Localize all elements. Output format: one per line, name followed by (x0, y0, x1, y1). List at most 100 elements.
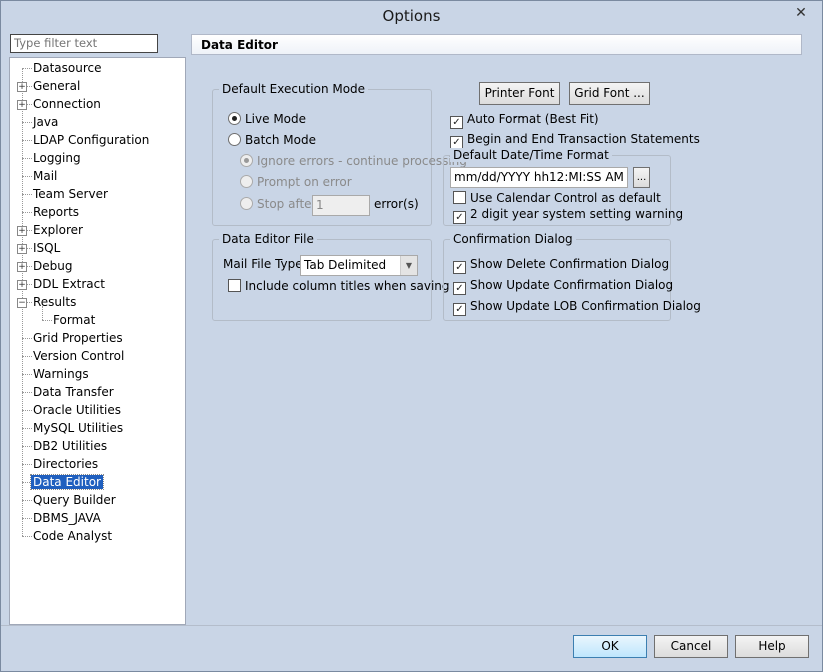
mail-file-type-value: Tab Delimited (304, 258, 387, 272)
tree-item-label: DDL Extract (33, 277, 105, 291)
prompt-on-error-radio[interactable]: Prompt on error (240, 174, 352, 190)
window-title: Options (382, 7, 441, 25)
date-format-title: Default Date/Time Format (450, 148, 612, 162)
tree-connector (42, 306, 43, 320)
show-delete-checkbox[interactable]: ✓ Show Delete Confirmation Dialog (453, 256, 669, 274)
radio-on-icon (228, 112, 241, 125)
radio-off-icon (240, 175, 253, 188)
tree-item[interactable]: Reports (31, 204, 81, 221)
expand-icon[interactable]: + (17, 262, 27, 272)
stop-after-radio[interactable]: Stop after (240, 196, 316, 212)
tree-item-label: ISQL (33, 241, 61, 255)
tree-item-label: Grid Properties (33, 331, 123, 345)
use-calendar-checkbox[interactable]: Use Calendar Control as default (453, 190, 661, 206)
tree-item[interactable]: DB2 Utilities (31, 438, 109, 455)
tree-item-label: Code Analyst (33, 529, 113, 543)
show-update-lob-label: Show Update LOB Confirmation Dialog (470, 299, 701, 313)
cancel-button[interactable]: Cancel (654, 635, 728, 658)
begin-end-checkbox[interactable]: ✓ Begin and End Transaction Statements (450, 131, 700, 149)
live-mode-label: Live Mode (245, 112, 307, 126)
tree-item[interactable]: Code Analyst (31, 528, 114, 545)
close-icon[interactable]: ✕ (786, 3, 816, 23)
tree-item[interactable]: Data Editor (30, 474, 104, 491)
begin-end-label: Begin and End Transaction Statements (467, 132, 700, 146)
help-button[interactable]: Help (735, 635, 809, 658)
tree-item-label: Query Builder (33, 493, 116, 507)
tree-item-label: Explorer (33, 223, 83, 237)
prompt-on-error-label: Prompt on error (257, 175, 352, 189)
tree-item[interactable]: ISQL (31, 240, 62, 257)
tree-item[interactable]: Mail (31, 168, 59, 185)
check-icon: ✓ (453, 282, 466, 295)
expand-icon[interactable]: + (17, 82, 27, 92)
stop-after-input[interactable]: 1 (312, 195, 370, 216)
stop-after-label: Stop after (257, 197, 317, 211)
include-titles-checkbox[interactable]: Include column titles when saving (228, 278, 450, 294)
date-format-input[interactable]: mm/dd/YYYY hh12:MI:SS AM (450, 167, 628, 188)
check-icon: ✓ (453, 303, 466, 316)
tree-item[interactable]: Debug (31, 258, 74, 275)
tree-item[interactable]: Logging (31, 150, 83, 167)
tree-item[interactable]: Connection (31, 96, 103, 113)
tree-item[interactable]: Datasource (31, 60, 104, 77)
ignore-errors-radio[interactable]: Ignore errors - continue processing (240, 153, 467, 169)
tree-item[interactable]: Team Server (31, 186, 110, 203)
tree-item[interactable]: Format (51, 312, 97, 329)
tree-item[interactable]: LDAP Configuration (31, 132, 151, 149)
checkbox-empty-icon (228, 279, 241, 292)
tree-item-label: Logging (33, 151, 81, 165)
confirmation-group: Confirmation Dialog ✓ Show Delete Confirm… (443, 232, 701, 321)
tree-item[interactable]: Version Control (31, 348, 126, 365)
ignore-errors-label: Ignore errors - continue processing (257, 154, 467, 168)
errors-suffix: error(s) (374, 197, 419, 211)
tree-item-label: Format (53, 313, 96, 327)
show-delete-label: Show Delete Confirmation Dialog (470, 257, 670, 271)
live-mode-radio[interactable]: Live Mode (228, 111, 306, 127)
tree-item[interactable]: Oracle Utilities (31, 402, 123, 419)
tree-item[interactable]: DDL Extract (31, 276, 107, 293)
tree-item[interactable]: DBMS_JAVA (31, 510, 103, 527)
expand-icon[interactable]: + (17, 100, 27, 110)
execution-mode-title: Default Execution Mode (219, 82, 369, 96)
mail-file-type-select[interactable]: Tab Delimited ▼ (300, 255, 418, 276)
tree-item[interactable]: Data Transfer (31, 384, 116, 401)
tree-item-label: Data Editor (30, 474, 104, 490)
date-format-group: Default Date/Time Format mm/dd/YYYY hh12… (443, 148, 683, 226)
tree-item-label: Results (33, 295, 77, 309)
chevron-down-icon[interactable]: ▼ (400, 256, 417, 275)
two-digit-year-label: 2 digit year system setting warning (470, 207, 684, 221)
batch-mode-radio[interactable]: Batch Mode (228, 132, 316, 148)
expand-icon[interactable]: + (17, 226, 27, 236)
collapse-icon[interactable]: − (17, 298, 27, 308)
two-digit-year-checkbox[interactable]: ✓ 2 digit year system setting warning (453, 206, 683, 224)
ok-button[interactable]: OK (573, 635, 647, 658)
radio-off-icon (240, 197, 253, 210)
tree-item-label: Java (33, 115, 59, 129)
show-update-lob-checkbox[interactable]: ✓ Show Update LOB Confirmation Dialog (453, 298, 701, 316)
tree-item-label: Oracle Utilities (33, 403, 122, 417)
printer-font-button[interactable]: Printer Font ... (479, 82, 560, 121)
execution-mode-group: Default Execution Mode Live Mode Batch M… (212, 82, 467, 226)
tree-item[interactable]: Grid Properties (31, 330, 125, 347)
options-tree[interactable]: Datasource + General + Connection Java LDAP Co… (9, 57, 186, 625)
auto-format-checkbox[interactable]: ✓ Auto Format (Best Fit) (450, 111, 599, 129)
footer-divider (1, 625, 822, 626)
page-title: Data Editor (191, 34, 802, 55)
filter-input[interactable] (10, 34, 158, 53)
expand-icon[interactable]: + (17, 244, 27, 254)
tree-item[interactable]: MySQL Utilities (31, 420, 125, 437)
radio-off-icon (228, 133, 241, 146)
tree-item[interactable]: Directories (31, 456, 100, 473)
tree-item[interactable]: Results (31, 294, 78, 311)
tree-item[interactable]: General (31, 78, 82, 95)
date-format-browse-button[interactable]: ... (633, 167, 650, 188)
expand-icon[interactable]: + (17, 280, 27, 290)
tree-item[interactable]: Warnings (31, 366, 91, 383)
check-icon: ✓ (453, 261, 466, 274)
data-editor-file-group: Data Editor File Mail File Type: Tab Del… (212, 232, 450, 321)
tree-item[interactable]: Explorer (31, 222, 85, 239)
grid-font-button[interactable]: Grid Font ... (569, 82, 650, 105)
tree-item[interactable]: Java (31, 114, 60, 131)
show-update-checkbox[interactable]: ✓ Show Update Confirmation Dialog (453, 277, 673, 295)
tree-item[interactable]: Query Builder (31, 492, 118, 509)
